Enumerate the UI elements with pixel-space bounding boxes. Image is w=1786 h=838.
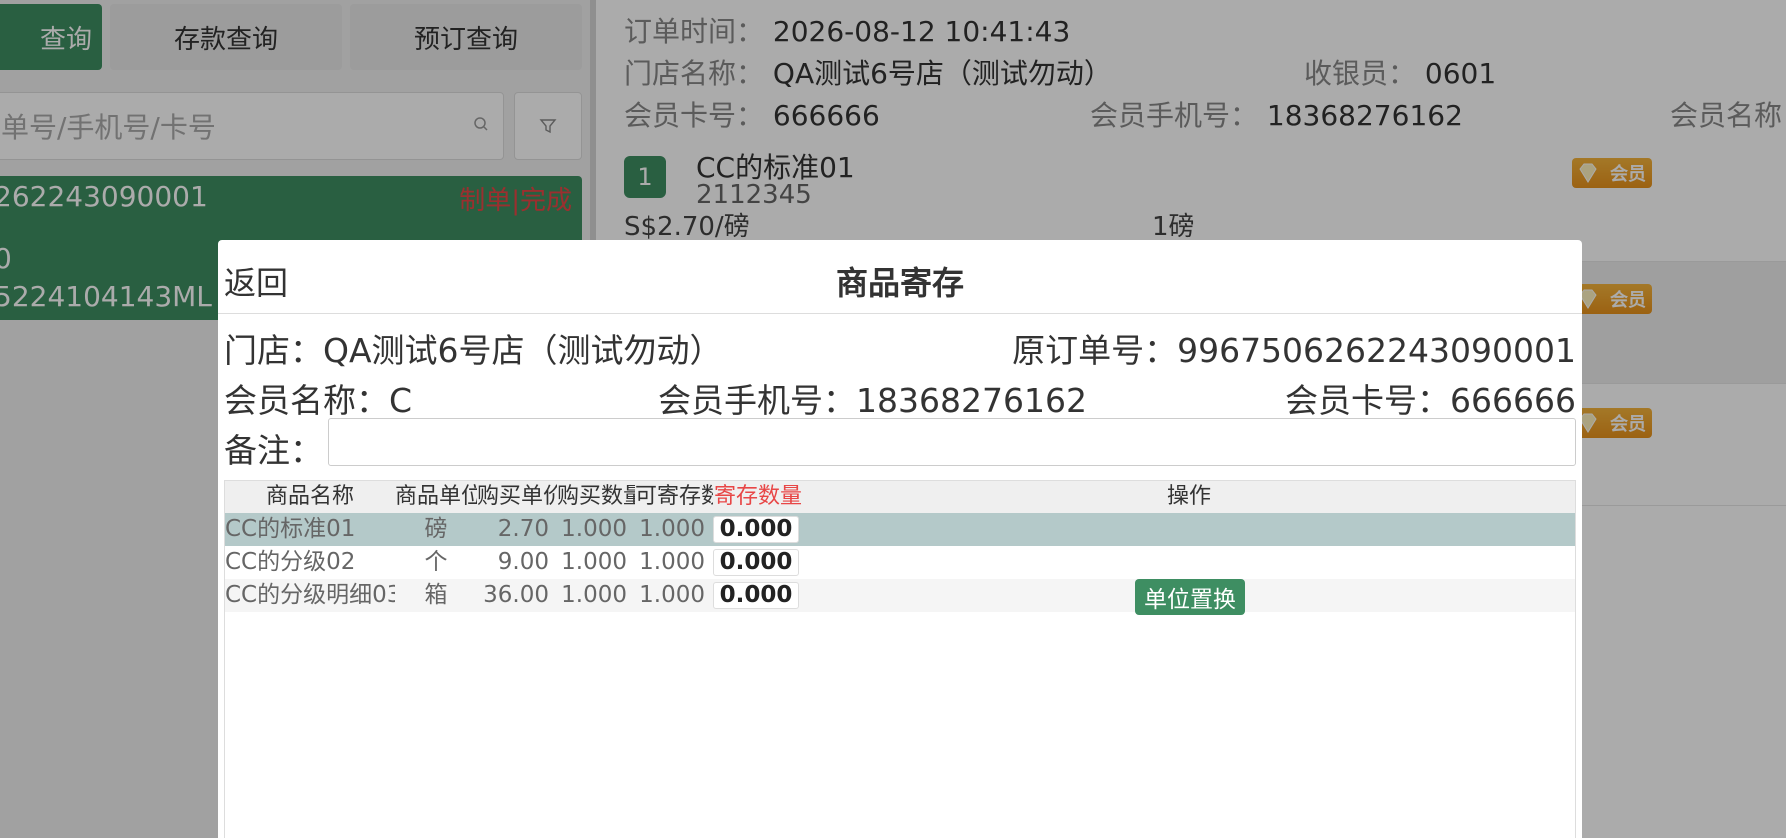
deposit-qty-input[interactable]: 0.000 xyxy=(713,516,799,543)
store-label: 门店： xyxy=(224,331,323,370)
col-avail-qty: 可寄存数量 xyxy=(635,484,713,509)
back-button[interactable]: 返回 xyxy=(224,258,288,304)
order-no-label: 原订单号： xyxy=(1012,331,1178,370)
member-card-value: 666666 xyxy=(1450,381,1576,420)
remark-label: 备注： xyxy=(224,431,323,470)
deposit-qty-input[interactable]: 0.000 xyxy=(713,582,799,609)
member-phone-value: 18368276162 xyxy=(856,381,1087,420)
col-buy-qty: 购买数量 xyxy=(557,484,635,509)
col-price: 购买单价 xyxy=(477,484,557,509)
cell-unit: 磅 xyxy=(424,516,448,542)
cell-price: 2.70 xyxy=(497,516,549,542)
col-action: 操作 xyxy=(1166,484,1211,509)
deposit-modal: 返回 商品寄存 门店：QA测试6号店（测试勿动） 原订单号：9967506262… xyxy=(218,240,1582,838)
cell-name: CC的标准01 xyxy=(225,516,356,542)
col-unit: 商品单位 xyxy=(395,484,477,509)
store-value: QA测试6号店（测试勿动） xyxy=(323,331,723,370)
cell-buy-qty: 1.000 xyxy=(561,549,627,575)
member-name-value: C xyxy=(389,381,413,420)
deposit-table: 商品名称 商品单位 购买单价 购买数量 可寄存数量 寄存数量 操作 CC的标准0… xyxy=(224,480,1576,838)
cell-name: CC的分级02 xyxy=(225,549,356,575)
cell-unit: 个 xyxy=(424,549,448,575)
col-name: 商品名称 xyxy=(265,484,354,509)
cell-avail-qty: 1.000 xyxy=(639,549,705,575)
remark-input[interactable] xyxy=(328,418,1576,466)
modal-header: 返回 商品寄存 xyxy=(218,240,1582,314)
table-row[interactable]: CC的分级02 个 9.00 1.000 1.000 0.000 xyxy=(225,546,1575,579)
order-no-value: 99675062622430900​01 xyxy=(1177,331,1576,370)
cell-price: 36.00 xyxy=(483,582,549,608)
table-header: 商品名称 商品单位 购买单价 购买数量 可寄存数量 寄存数量 操作 xyxy=(225,481,1575,513)
table-row[interactable]: CC的标准01 磅 2.70 1.000 1.000 0.000 xyxy=(225,513,1575,546)
cell-unit: 箱 xyxy=(424,582,448,608)
cell-buy-qty: 1.000 xyxy=(561,516,627,542)
cell-price: 9.00 xyxy=(497,549,549,575)
cell-name: CC的分级明细03 xyxy=(225,582,395,608)
member-phone-label: 会员手机号： xyxy=(658,381,856,420)
unit-exchange-button[interactable]: 单位置换 xyxy=(1135,579,1245,615)
order-no-field: 原订单号：99675062622430900​01 xyxy=(1012,324,1576,372)
member-name-label: 会员名称： xyxy=(224,381,389,420)
cell-avail-qty: 1.000 xyxy=(639,516,705,542)
cell-avail-qty: 1.000 xyxy=(639,582,705,608)
member-name-field: 会员名称：C xyxy=(224,374,412,422)
member-card-field: 会员卡号：666666 xyxy=(1285,374,1576,422)
cell-buy-qty: 1.000 xyxy=(561,582,627,608)
store-field: 门店：QA测试6号店（测试勿动） xyxy=(224,324,723,372)
modal-title: 商品寄存 xyxy=(835,264,964,302)
table-row[interactable]: CC的分级明细03 箱 36.00 1.000 1.000 0.000 单位置换 xyxy=(225,579,1575,615)
member-phone-field: 会员手机号：18368276162 xyxy=(658,374,1087,422)
member-card-label: 会员卡号： xyxy=(1285,381,1451,420)
col-deposit-qty: 寄存数量 xyxy=(713,484,802,509)
deposit-qty-input[interactable]: 0.000 xyxy=(713,549,799,576)
